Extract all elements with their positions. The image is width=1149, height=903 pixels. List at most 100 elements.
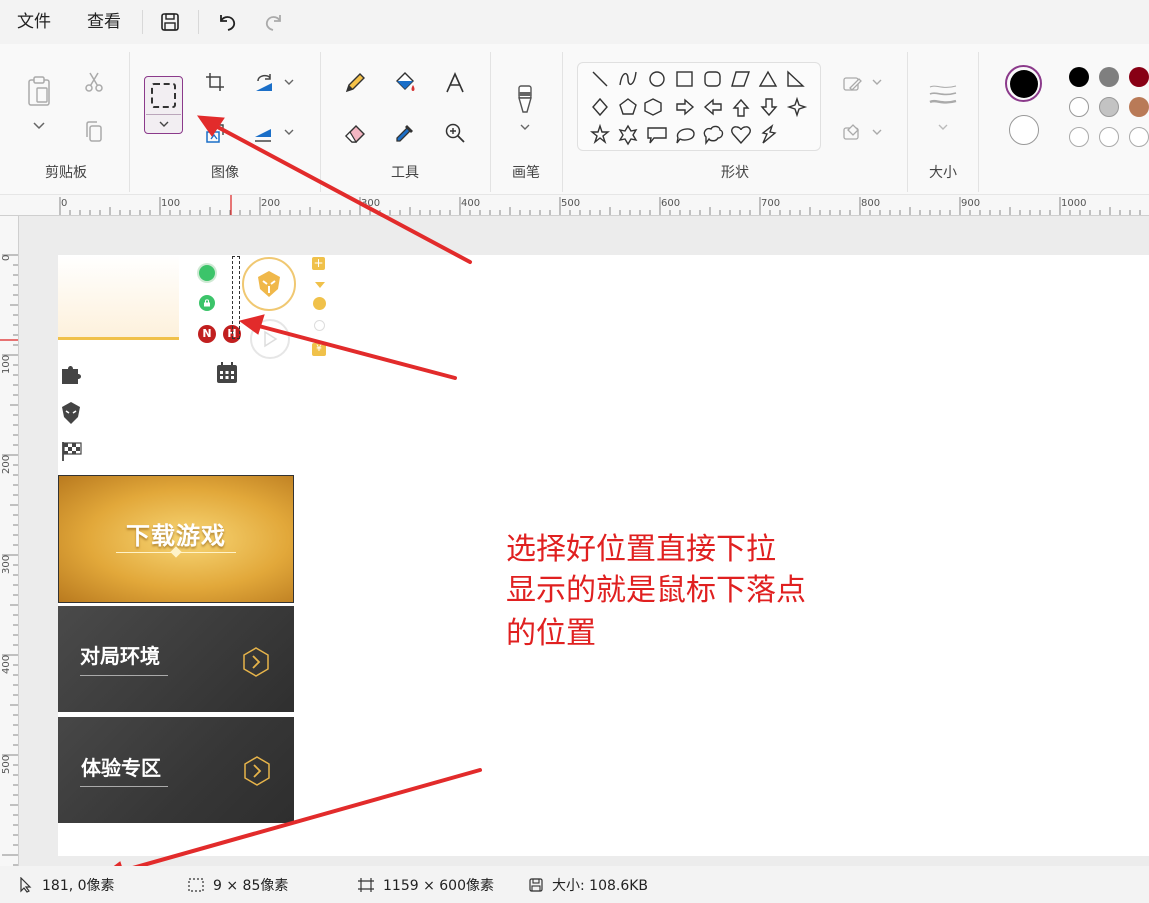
status-bar: 181, 0像素 9 × 85像素 1159 × 600像素 大小: 108.6…	[0, 866, 1149, 903]
dashed-selection[interactable]	[232, 256, 240, 339]
ruler-label: 200	[1, 454, 12, 474]
shape-fill-button[interactable]	[840, 120, 864, 144]
ribbon-divider	[129, 52, 130, 192]
color-picker-button[interactable]	[390, 118, 420, 148]
copy-button[interactable]	[80, 118, 108, 146]
yen-icon: ¥	[312, 343, 326, 356]
text-tool-button[interactable]	[440, 68, 470, 98]
save-button[interactable]	[154, 7, 186, 37]
fill-tool-button[interactable]	[390, 68, 420, 98]
text-icon	[446, 72, 464, 93]
chevron-down-icon	[872, 79, 882, 85]
eraser-icon	[345, 125, 365, 143]
ribbon-divider	[320, 52, 321, 192]
flip-button[interactable]	[250, 120, 278, 148]
image-resize-icon	[206, 124, 224, 143]
secondary-color-button[interactable]	[1009, 115, 1039, 145]
annotation-line-2: 显示的就是鼠标下落点	[506, 573, 806, 608]
paint-bucket-icon	[396, 72, 415, 91]
brush-icon	[518, 85, 532, 113]
rotate-dropdown[interactable]	[282, 76, 296, 88]
rotate-button[interactable]	[250, 68, 278, 96]
cut-button[interactable]	[80, 68, 108, 96]
split-divider	[146, 114, 181, 115]
triangle-shape-icon	[758, 70, 778, 87]
shapes-icons	[590, 70, 808, 146]
flip-dropdown[interactable]	[282, 126, 296, 138]
down-arrow-shape-icon	[760, 98, 778, 117]
left-arrow-shape-icon	[703, 98, 722, 116]
scissors-icon	[85, 72, 103, 92]
paste-button[interactable]	[22, 74, 56, 108]
right-arrow-shape-icon	[676, 98, 695, 116]
zoom-icon	[445, 123, 465, 143]
green-dot-icon	[199, 265, 215, 281]
select-tool-button[interactable]	[144, 76, 183, 134]
palette-swatch-gray[interactable]	[1099, 67, 1119, 87]
select-dropdown[interactable]	[157, 118, 171, 130]
size-dropdown[interactable]	[936, 121, 950, 133]
crop-icon	[206, 73, 224, 91]
chevron-down-icon	[284, 79, 294, 85]
rectangle-shape-icon	[676, 71, 693, 87]
pencil-icon	[345, 73, 365, 93]
redo-button[interactable]	[258, 7, 290, 37]
palette-swatch-light-gray[interactable]	[1099, 97, 1119, 117]
palette-swatch-empty[interactable]	[1099, 127, 1119, 147]
lock-icon	[199, 295, 215, 311]
palette-swatch-dark-red[interactable]	[1129, 67, 1149, 87]
pencil-tool-button[interactable]	[340, 68, 370, 98]
menu-file[interactable]: 文件	[17, 0, 51, 44]
rounded-rectangle-shape-icon	[704, 71, 721, 87]
palette-swatch-black[interactable]	[1069, 67, 1089, 87]
crop-button[interactable]	[201, 68, 229, 96]
palette-swatch-empty[interactable]	[1129, 127, 1149, 147]
line-shape-icon	[592, 71, 608, 87]
palette-swatch-brown[interactable]	[1129, 97, 1149, 117]
brush-dropdown[interactable]	[518, 121, 532, 133]
six-point-star-shape-icon	[618, 124, 638, 146]
trial-zone-card[interactable]: 体验专区	[58, 717, 294, 823]
undo-button[interactable]	[211, 7, 243, 37]
ruler-label: 800	[861, 198, 881, 209]
paste-dropdown[interactable]	[30, 118, 48, 134]
game-logo-icon	[242, 257, 296, 311]
shape-fill-icon	[843, 124, 859, 140]
ruler-label: 300	[361, 198, 381, 209]
eraser-tool-button[interactable]	[340, 118, 370, 148]
shapes-gallery	[577, 62, 821, 151]
palette-swatch-empty[interactable]	[1069, 127, 1089, 147]
copy-icon	[86, 121, 102, 142]
resize-button[interactable]	[201, 120, 229, 148]
magnifier-button[interactable]	[440, 118, 470, 148]
lock-glyph	[204, 299, 210, 307]
chevron-down-icon	[284, 129, 294, 135]
fill-dropdown[interactable]	[870, 126, 884, 138]
puzzle-icon	[62, 366, 81, 384]
stroke-size-button[interactable]	[926, 80, 960, 110]
ruler-label: 700	[761, 198, 781, 209]
brush-button[interactable]	[510, 82, 540, 118]
group-label-clipboard: 剪贴板	[45, 165, 87, 181]
chevron-down-icon	[938, 124, 948, 130]
menu-divider	[142, 10, 143, 34]
group-label-shapes: 形状	[721, 165, 749, 181]
chevron-down-icon	[872, 129, 882, 135]
checkered-flag-icon	[62, 442, 82, 461]
plus-icon: +	[312, 256, 325, 270]
palette-swatch-white[interactable]	[1069, 97, 1089, 117]
ruler-label: 900	[961, 198, 981, 209]
menu-view[interactable]: 查看	[87, 0, 121, 44]
match-environment-card[interactable]: 对局环境	[58, 606, 294, 712]
shape-outline-button[interactable]	[840, 72, 864, 96]
annotation-line-3: 的位置	[506, 616, 596, 651]
save-icon	[529, 877, 543, 892]
ribbon-divider	[907, 52, 908, 192]
outline-dropdown[interactable]	[870, 76, 884, 88]
download-game-banner[interactable]: 下载游戏	[58, 475, 294, 603]
flip-icon	[255, 129, 271, 142]
primary-color-button[interactable]	[1005, 65, 1042, 102]
oval-shape-icon	[649, 71, 665, 87]
ruler-label: 300	[1, 554, 12, 574]
drawing-canvas[interactable]: N H + ¥ 下载游戏 对局环境 体验专区 选择好位置直接下拉 显示的就是鼠标…	[58, 255, 1149, 856]
